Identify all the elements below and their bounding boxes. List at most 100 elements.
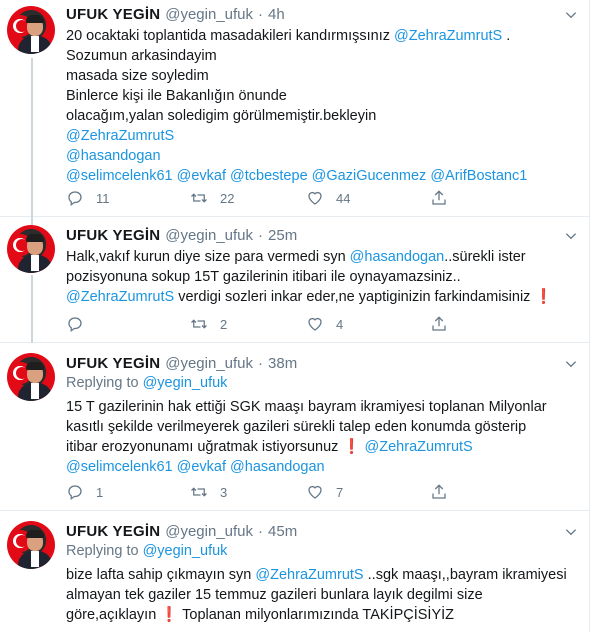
- retweet-count: 3: [220, 484, 228, 500]
- tweet-line: pozisyonuna sokup 15T gazilerinin itibar…: [66, 269, 461, 285]
- mention-link[interactable]: @ZehraZumrutS: [365, 439, 473, 455]
- chevron-down-icon[interactable]: [564, 8, 578, 22]
- chevron-down-icon[interactable]: [564, 525, 578, 539]
- tweet-thread: UFUK YEGİN @yegin_ufuk · 4h 20 ocaktaki …: [0, 0, 590, 632]
- tweet-line: Sozumun arkasindayim: [66, 48, 217, 64]
- timestamp[interactable]: 38m: [268, 355, 297, 372]
- share-icon: [432, 484, 446, 499]
- timestamp[interactable]: 4h: [268, 6, 285, 23]
- author-name[interactable]: UFUK YEGİN: [66, 6, 160, 23]
- retweet-button[interactable]: 2: [190, 315, 227, 333]
- mention-link[interactable]: @ZehraZumrutS: [66, 126, 576, 146]
- reply-button[interactable]: [66, 315, 96, 333]
- tweet-header: UFUK YEGİN @yegin_ufuk · 4h: [66, 4, 285, 24]
- tweet-line: 15 T gazilerinin hak ettiği SGK maaşı ba…: [66, 399, 547, 415]
- separator-dot: ·: [258, 5, 264, 23]
- like-button[interactable]: 4: [306, 315, 343, 333]
- exclamation-emoji: ❗: [534, 289, 553, 305]
- author-name[interactable]: UFUK YEGİN: [66, 227, 160, 244]
- tweet-header: UFUK YEGİN @yegin_ufuk · 45m: [66, 521, 297, 541]
- mention-link[interactable]: @hasandogan: [66, 146, 576, 166]
- tweet[interactable]: UFUK YEGİN @yegin_ufuk · 38m Replying to…: [0, 343, 590, 511]
- separator-dot: ·: [258, 522, 264, 540]
- mention-link[interactable]: @ZehraZumrutS: [66, 289, 174, 305]
- share-icon: [432, 190, 446, 205]
- tweet-line: olacağım,yalan soledigim görülmemiştir.b…: [66, 108, 377, 124]
- replying-to: Replying to @yegin_ufuk: [66, 375, 228, 391]
- avatar[interactable]: [7, 6, 55, 54]
- thread-connector: [31, 275, 33, 343]
- retweet-button[interactable]: 3: [190, 483, 227, 501]
- heart-icon: [308, 317, 322, 331]
- like-count: 4: [336, 316, 344, 332]
- tweet-line: almayan tek gaziler 15 temmuz gazileri b…: [66, 587, 483, 603]
- author-handle[interactable]: @yegin_ufuk: [165, 355, 253, 372]
- timestamp[interactable]: 45m: [268, 523, 297, 540]
- like-count: 7: [336, 484, 344, 500]
- avatar[interactable]: [7, 353, 55, 401]
- retweet-icon: [191, 487, 207, 497]
- author-handle[interactable]: @yegin_ufuk: [165, 523, 253, 540]
- avatar[interactable]: [7, 225, 55, 273]
- timestamp[interactable]: 25m: [268, 227, 297, 244]
- retweet-button[interactable]: 22: [190, 189, 234, 207]
- mention-link[interactable]: @ZehraZumrutS: [394, 28, 502, 44]
- reply-button[interactable]: 11: [66, 189, 110, 207]
- mention-link[interactable]: @ZehraZumrutS: [255, 567, 363, 583]
- retweet-count: 22: [220, 190, 235, 206]
- author-handle[interactable]: @yegin_ufuk: [165, 6, 253, 23]
- tweet-line: 20 ocaktaki toplantida masadakileri kand…: [66, 28, 511, 44]
- replying-to-link[interactable]: @yegin_ufuk: [143, 375, 228, 391]
- retweet-count: 2: [220, 316, 228, 332]
- like-button[interactable]: 7: [306, 483, 343, 501]
- tweet-line: Binlerce kişi ile Bakanlığın önunde: [66, 88, 287, 104]
- tweet-line: masada size soyledim: [66, 68, 209, 84]
- tweet-line: @ZehraZumrutS verdigi sozleri inkar eder…: [66, 289, 553, 305]
- mention-links[interactable]: @selimcelenk61 @evkaf @tcbestepe @GaziGu…: [66, 166, 576, 186]
- tweet-line: kasıtlı şekilde verilmeyerek gazileri sü…: [66, 419, 527, 435]
- tweet-text: Halk,vakıf kurun diye size para vermedi …: [66, 247, 576, 307]
- reply-icon: [68, 485, 82, 501]
- separator-dot: ·: [258, 226, 264, 244]
- reply-icon: [68, 191, 82, 207]
- tweet-actions: 11 22 44: [66, 189, 546, 209]
- exclamation-emoji: ❗: [342, 439, 361, 455]
- share-button[interactable]: [430, 315, 448, 333]
- share-button[interactable]: [430, 483, 448, 501]
- reply-count: 11: [96, 190, 110, 206]
- share-icon: [432, 316, 446, 331]
- tweet-actions: 1 3 7: [66, 483, 546, 503]
- author-name[interactable]: UFUK YEGİN: [66, 523, 160, 540]
- thread-connector: [31, 217, 33, 225]
- chevron-down-icon[interactable]: [564, 357, 578, 371]
- like-button[interactable]: 44: [306, 189, 350, 207]
- heart-icon: [308, 485, 322, 499]
- chevron-down-icon[interactable]: [564, 229, 578, 243]
- tweet-line: bize lafta sahip çıkmayın syn @ZehraZumr…: [66, 567, 567, 583]
- tweet-text: 15 T gazilerinin hak ettiği SGK maaşı ba…: [66, 397, 576, 477]
- replying-to-link[interactable]: @yegin_ufuk: [143, 543, 228, 559]
- tweet-header: UFUK YEGİN @yegin_ufuk · 25m: [66, 225, 297, 245]
- separator-dot: ·: [258, 354, 264, 372]
- tweet[interactable]: UFUK YEGİN @yegin_ufuk · 4h 20 ocaktaki …: [0, 0, 590, 217]
- tweet-text: bize lafta sahip çıkmayın syn @ZehraZumr…: [66, 565, 576, 625]
- tweet-header: UFUK YEGİN @yegin_ufuk · 38m: [66, 353, 297, 373]
- mention-links[interactable]: @selimcelenk61 @evkaf @hasandogan: [66, 457, 576, 477]
- like-count: 44: [336, 190, 351, 206]
- avatar[interactable]: [7, 521, 55, 569]
- author-handle[interactable]: @yegin_ufuk: [165, 227, 253, 244]
- tweet[interactable]: UFUK YEGİN @yegin_ufuk · 45m Replying to…: [0, 511, 590, 632]
- reply-icon: [68, 317, 82, 333]
- heart-icon: [308, 191, 322, 205]
- author-name[interactable]: UFUK YEGİN: [66, 355, 160, 372]
- mention-link[interactable]: @hasandogan: [350, 249, 445, 265]
- share-button[interactable]: [430, 189, 448, 207]
- tweet[interactable]: UFUK YEGİN @yegin_ufuk · 25m Halk,vakıf …: [0, 217, 590, 343]
- reply-button[interactable]: 1: [66, 483, 103, 501]
- tweet-line: göre,açıklayın ❗ Toplanan milyonlarımızı…: [66, 607, 454, 623]
- thread-connector: [31, 58, 33, 217]
- retweet-icon: [191, 319, 207, 329]
- tweet-line: Halk,vakıf kurun diye size para vermedi …: [66, 249, 526, 265]
- exclamation-emoji: ❗: [160, 607, 179, 623]
- replying-to: Replying to @yegin_ufuk: [66, 543, 228, 559]
